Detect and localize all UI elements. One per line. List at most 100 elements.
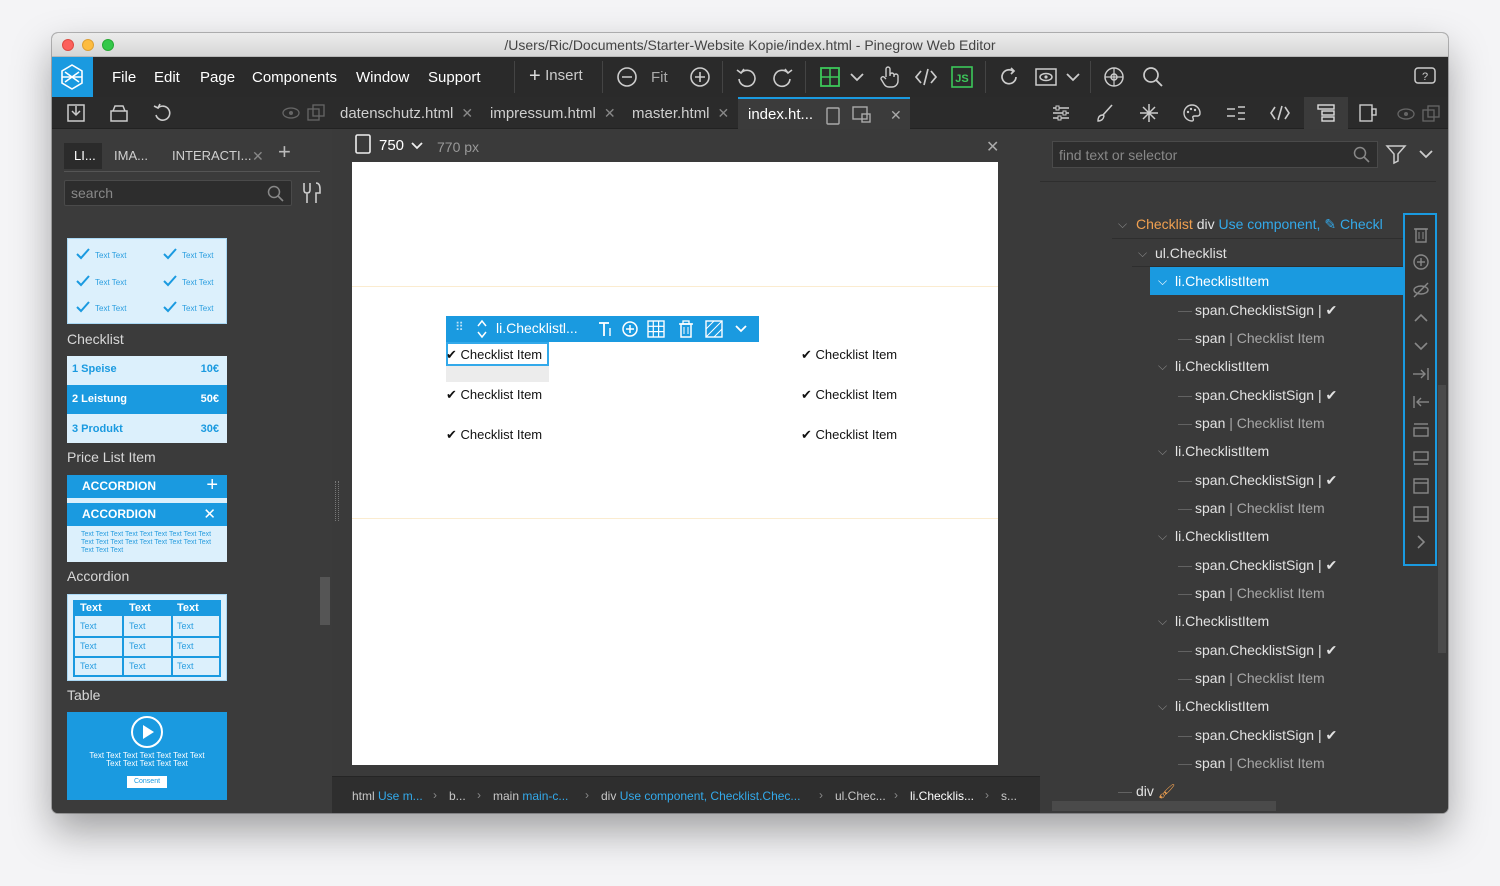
checklist-item[interactable]: ✔ Checklist Item: [801, 347, 897, 363]
pinegrow-logo-icon[interactable]: [52, 57, 93, 97]
actions-button[interactable]: [1139, 103, 1159, 123]
add-library-button[interactable]: +: [278, 139, 291, 165]
design-button[interactable]: [1182, 103, 1202, 123]
breadcrumb-main[interactable]: main main-c...: [493, 789, 568, 803]
tree-search-input[interactable]: find text or selector: [1052, 141, 1378, 168]
interact-button[interactable]: [878, 65, 900, 89]
refresh-button[interactable]: [998, 66, 1020, 88]
code-panel-button[interactable]: [1269, 104, 1291, 122]
outdent-icon[interactable]: [1412, 393, 1430, 411]
layout-button[interactable]: [818, 65, 842, 89]
tree-node-span-sign[interactable]: — span.ChecklistSign | ✔: [1040, 636, 1436, 664]
library-search-input[interactable]: search: [64, 180, 292, 206]
panel-visibility-toggle[interactable]: [1396, 107, 1416, 121]
breadcrumb-ul[interactable]: ul.Chec...: [835, 789, 886, 803]
close-icon[interactable]: ✕: [986, 137, 999, 157]
chevron-down-icon[interactable]: [1418, 147, 1434, 161]
close-icon[interactable]: ✕: [604, 105, 616, 121]
hide-icon[interactable]: [1412, 281, 1430, 299]
chevron-up-icon[interactable]: [1412, 309, 1430, 327]
close-icon[interactable]: ✕: [252, 143, 264, 169]
checklist-item[interactable]: ✔ Checklist Item: [446, 427, 542, 443]
redo-button[interactable]: [772, 66, 794, 88]
style-button[interactable]: [1095, 103, 1115, 123]
tools-icon[interactable]: [300, 181, 322, 205]
insert-button[interactable]: + Insert: [529, 66, 583, 87]
selected-element-label[interactable]: li.Checklistl...: [496, 320, 578, 336]
tree-node-span[interactable]: — span | Checklist Item: [1040, 749, 1436, 777]
windows-button[interactable]: [307, 104, 325, 122]
tree-scrollbar[interactable]: [1438, 385, 1446, 653]
menu-support[interactable]: Support: [428, 69, 481, 86]
tree-node-li[interactable]: ⌵ li.ChecklistItem: [1040, 607, 1436, 635]
trash-icon[interactable]: [677, 320, 695, 338]
import-button[interactable]: [66, 103, 88, 123]
lib-tab-interactions[interactable]: INTERACTI...: [172, 143, 251, 169]
javascript-button[interactable]: JS: [950, 65, 974, 89]
tree-node-span-sign[interactable]: — span.ChecklistSign | ✔: [1040, 551, 1436, 579]
chevron-down-icon[interactable]: [734, 323, 748, 335]
frameworks-button[interactable]: [1103, 66, 1125, 88]
text-edit-icon[interactable]: [596, 320, 614, 338]
chevron-right-icon[interactable]: [1412, 533, 1430, 551]
zoom-in-button[interactable]: [689, 66, 711, 88]
tab-master[interactable]: master.html ✕: [632, 97, 729, 129]
checklist-item[interactable]: ✔ Checklist Item: [446, 347, 542, 363]
tree-node-span[interactable]: — span | Checklist Item: [1040, 409, 1436, 437]
table-thumbnail[interactable]: Text Text Text Text Text Text Text Text …: [67, 594, 227, 681]
price-list-thumbnail[interactable]: 1 Speise 10€ 2 Leistung 50€ 3 Produkt 30…: [67, 356, 227, 443]
tree-panel-tab[interactable]: [1304, 97, 1348, 129]
zoom-out-button[interactable]: [616, 66, 638, 88]
preview-button[interactable]: [1034, 66, 1058, 88]
trash-icon[interactable]: [1412, 225, 1430, 243]
library-panel-button[interactable]: [1358, 103, 1378, 123]
search-button[interactable]: [1142, 66, 1164, 88]
pattern-icon[interactable]: [705, 320, 723, 338]
grid-icon[interactable]: [647, 320, 665, 338]
fit-button[interactable]: Fit: [651, 69, 668, 86]
lib-tab-layout[interactable]: LI...: [64, 143, 102, 169]
tree-node-span[interactable]: — span | Checklist Item: [1040, 664, 1436, 692]
indent-icon[interactable]: [1412, 365, 1430, 383]
drag-handle-icon[interactable]: ⠿: [455, 320, 464, 334]
close-icon[interactable]: ✕: [461, 105, 473, 121]
insert-before-icon[interactable]: [1412, 421, 1430, 439]
append-icon[interactable]: [1412, 505, 1430, 523]
menu-page[interactable]: Page: [200, 69, 235, 86]
filter-icon[interactable]: [1385, 143, 1407, 165]
tablet-icon[interactable]: [355, 134, 371, 154]
checklist-item[interactable]: ✔ Checklist Item: [446, 387, 542, 403]
checklist-thumbnail[interactable]: Text Text Text Text Text Text Text Text …: [67, 238, 227, 324]
wordpress-button[interactable]: [1225, 104, 1247, 122]
checklist-item[interactable]: ✔ Checklist Item: [801, 427, 897, 443]
tree-node-span-sign[interactable]: — span.ChecklistSign | ✔: [1040, 381, 1436, 409]
tab-datenschutz[interactable]: datenschutz.html ✕: [340, 97, 473, 129]
tree-horizontal-scrollbar[interactable]: [1052, 801, 1276, 811]
preview-dropdown[interactable]: [1065, 69, 1081, 85]
breadcrumb-body[interactable]: b...: [449, 789, 466, 803]
move-updown-icon[interactable]: [476, 318, 488, 340]
tree-node-checklist-div[interactable]: ⌵ Checklist div Use component, ✎ Checkl: [1040, 210, 1436, 238]
tree-node-span[interactable]: — span | Checklist Item: [1040, 494, 1436, 522]
tree-node-li[interactable]: ⌵ li.ChecklistItem: [1040, 522, 1436, 550]
reload-button[interactable]: [152, 103, 174, 123]
menu-edit[interactable]: Edit: [154, 69, 180, 86]
chevron-down-icon[interactable]: [410, 140, 424, 152]
menu-components[interactable]: Components: [252, 69, 337, 86]
lib-tab-images[interactable]: IMA...: [114, 143, 148, 169]
chevron-down-icon[interactable]: [1412, 337, 1430, 355]
resize-handle[interactable]: [335, 481, 339, 521]
undo-button[interactable]: [735, 66, 757, 88]
device-width-select[interactable]: 750: [379, 137, 404, 154]
tree-node-ul[interactable]: ⌵ ul.Checklist: [1040, 239, 1436, 267]
menu-window[interactable]: Window: [356, 69, 409, 86]
menu-file[interactable]: File: [112, 69, 136, 86]
panel-windows-button[interactable]: [1422, 105, 1440, 123]
tree-node-li-selected[interactable]: ⌵ li.ChecklistItem: [1150, 267, 1404, 295]
insert-after-icon[interactable]: [1412, 449, 1430, 467]
breadcrumb-div[interactable]: div Use component, Checklist.Chec...: [601, 789, 800, 803]
breadcrumb-span[interactable]: s...: [1001, 789, 1017, 803]
tab-index[interactable]: index.ht... ✕: [738, 97, 910, 129]
video-thumbnail[interactable]: Text Text Text Text Text Text Text Text …: [67, 712, 227, 800]
code-view-button[interactable]: [914, 67, 938, 87]
